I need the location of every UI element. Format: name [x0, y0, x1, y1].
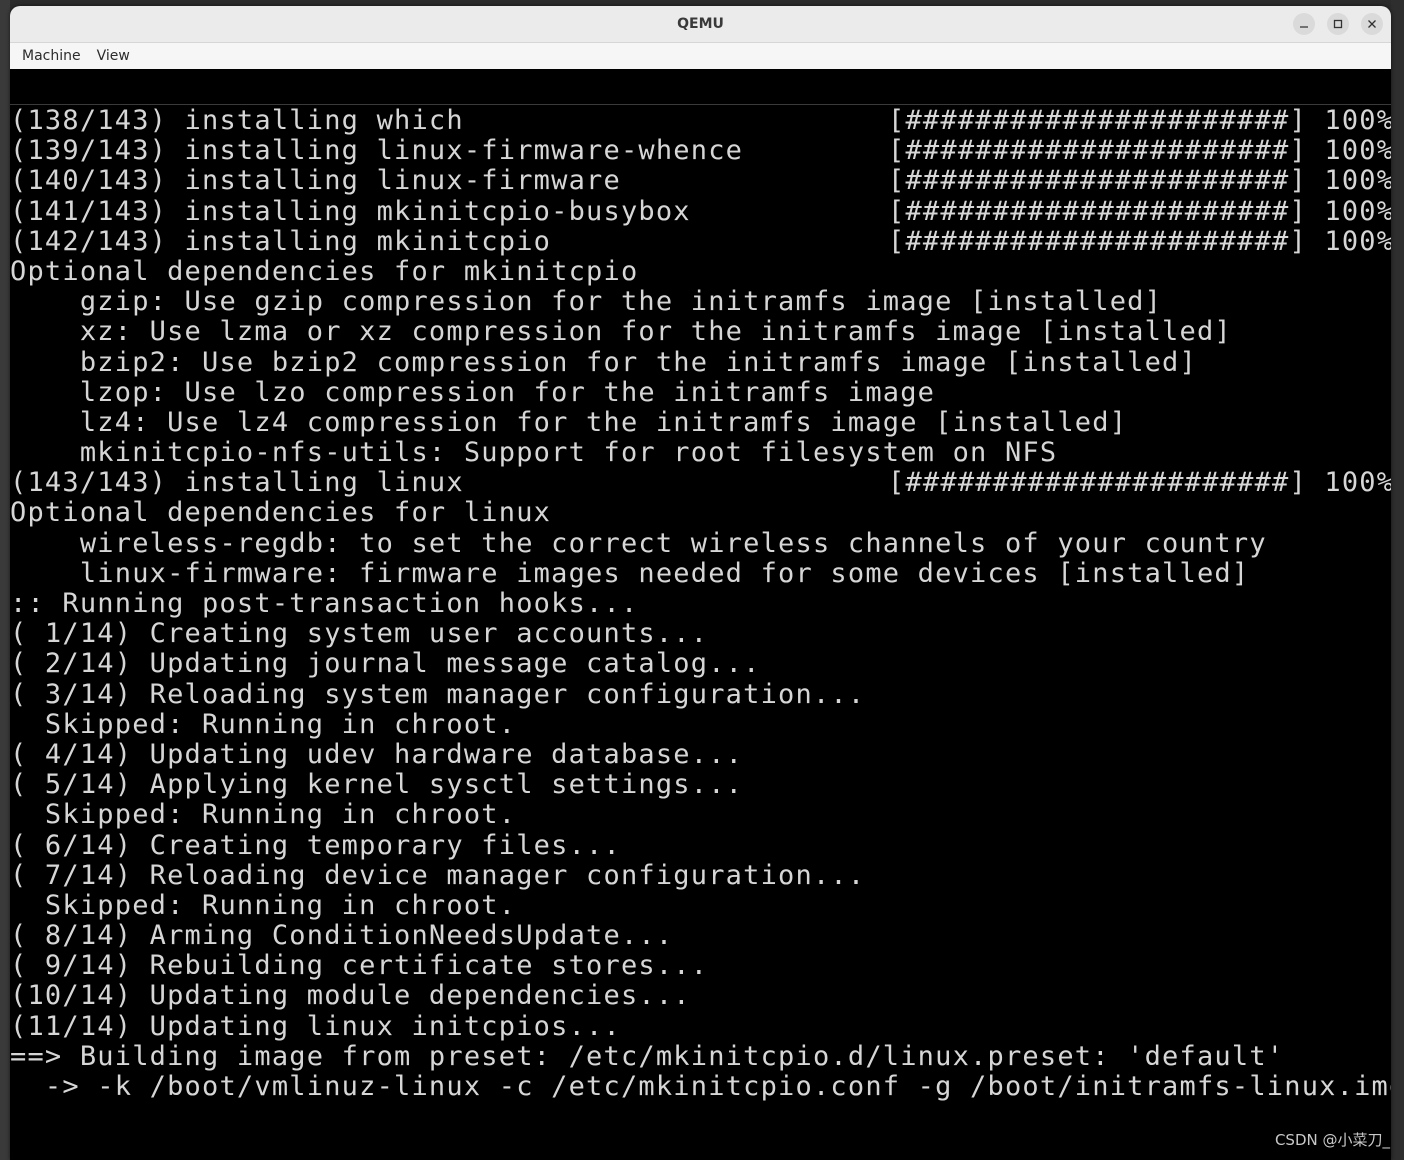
console-line-text: (11/14) Updating linux initcpios... — [10, 1011, 621, 1042]
console-line-text: linux-firmware: firmware images needed f… — [10, 558, 1249, 589]
console-line: ( 3/14) Reloading system manager configu… — [10, 680, 1391, 710]
window-controls — [1293, 13, 1383, 35]
console-line: ( 7/14) Reloading device manager configu… — [10, 861, 1391, 891]
console-line: ( 1/14) Creating system user accounts... — [10, 619, 1391, 649]
maximize-icon — [1333, 19, 1343, 29]
console-line: ( 6/14) Creating temporary files... — [10, 831, 1391, 861]
minimize-icon — [1299, 19, 1309, 29]
console-line: ==> Building image from preset: /etc/mki… — [10, 1042, 1391, 1072]
progress-bar-text: [######################] 100% — [888, 166, 1391, 196]
watermark: CSDN @小菜刀_ — [1275, 1129, 1390, 1150]
console-line: ( 4/14) Updating udev hardware database.… — [10, 740, 1391, 770]
console-line: gzip: Use gzip compression for the initr… — [10, 287, 1391, 317]
desktop: QEMU Machine View (138/143) installing w… — [0, 0, 1404, 1160]
console-line: ( 8/14) Arming ConditionNeedsUpdate... — [10, 921, 1391, 951]
console-line: xz: Use lzma or xz compression for the i… — [10, 317, 1391, 347]
console-line-text: ( 4/14) Updating udev hardware database.… — [10, 739, 743, 770]
console-line: Skipped: Running in chroot. — [10, 891, 1391, 921]
console-line: lz4: Use lz4 compression for the initram… — [10, 408, 1391, 438]
console-line-text: (138/143) installing which — [10, 105, 464, 136]
qemu-window: QEMU Machine View (138/143) installing w… — [10, 6, 1391, 1160]
console-line-text: Skipped: Running in chroot. — [10, 799, 516, 830]
console-line-text: ( 3/14) Reloading system manager configu… — [10, 679, 865, 710]
console-line-text: lz4: Use lz4 compression for the initram… — [10, 407, 1127, 438]
console-line: (139/143) installing linux-firmware-when… — [10, 136, 1391, 166]
window-title: QEMU — [10, 6, 1391, 42]
menubar: Machine View — [10, 43, 1391, 70]
console-line: lzop: Use lzo compression for the initra… — [10, 378, 1391, 408]
console-line-text: xz: Use lzma or xz compression for the i… — [10, 316, 1232, 347]
progress-bar-text: [######################] 100% — [888, 106, 1391, 136]
console-line: mkinitcpio-nfs-utils: Support for root f… — [10, 438, 1391, 468]
console-line: (140/143) installing linux-firmware [####… — [10, 166, 1391, 196]
console-line-text: ( 5/14) Applying kernel sysctl settings.… — [10, 769, 743, 800]
console-line: (142/143) installing mkinitcpio [########… — [10, 227, 1391, 257]
console-line-text: lzop: Use lzo compression for the initra… — [10, 377, 935, 408]
console-line-text: ( 1/14) Creating system user accounts... — [10, 618, 708, 649]
console-line-text: bzip2: Use bzip2 compression for the ini… — [10, 347, 1197, 378]
console-line: Skipped: Running in chroot. — [10, 800, 1391, 830]
console-line-text: ==> Building image from preset: /etc/mki… — [10, 1041, 1284, 1072]
console-line-text: Skipped: Running in chroot. — [10, 890, 516, 921]
console-line-text: wireless-regdb: to set the correct wirel… — [10, 528, 1267, 559]
console-line-text: gzip: Use gzip compression for the initr… — [10, 286, 1162, 317]
desktop-right-edge — [1391, 0, 1404, 1160]
console-line: (143/143) installing linux [#############… — [10, 468, 1391, 498]
console-line: bzip2: Use bzip2 compression for the ini… — [10, 348, 1391, 378]
minimize-button[interactable] — [1293, 13, 1315, 35]
console-line-text: mkinitcpio-nfs-utils: Support for root f… — [10, 437, 1057, 468]
console-line-text: ( 8/14) Arming ConditionNeedsUpdate... — [10, 920, 673, 951]
console-line-text: Optional dependencies for mkinitcpio — [10, 256, 638, 287]
console-line: (11/14) Updating linux initcpios... — [10, 1012, 1391, 1042]
console-line: Skipped: Running in chroot. — [10, 710, 1391, 740]
progress-bar-text: [######################] 100% — [888, 197, 1391, 227]
console-line-text: (140/143) installing linux-firmware — [10, 165, 621, 196]
console-output: (138/143) installing which [#############… — [10, 106, 1391, 1102]
progress-bar-text: [######################] 100% — [888, 136, 1391, 166]
console-line-text: Skipped: Running in chroot. — [10, 709, 516, 740]
console-line-text: ( 2/14) Updating journal message catalog… — [10, 648, 761, 679]
console-line: ( 5/14) Applying kernel sysctl settings.… — [10, 770, 1391, 800]
console-line: -> -k /boot/vmlinuz-linux -c /etc/mkinit… — [10, 1072, 1391, 1102]
console-line-text: Optional dependencies for linux — [10, 497, 551, 528]
console-line-text: (142/143) installing mkinitcpio — [10, 226, 551, 257]
console-line: (138/143) installing which [#############… — [10, 106, 1391, 136]
console-line: :: Running post-transaction hooks... — [10, 589, 1391, 619]
console-line: linux-firmware: firmware images needed f… — [10, 559, 1391, 589]
console-line: wireless-regdb: to set the correct wirel… — [10, 529, 1391, 559]
progress-bar-text: [######################] 100% — [888, 227, 1391, 257]
console-line-text: (139/143) installing linux-firmware-when… — [10, 135, 743, 166]
console-line-text: :: Running post-transaction hooks... — [10, 588, 638, 619]
titlebar[interactable]: QEMU — [10, 6, 1391, 43]
console-line-text: ( 6/14) Creating temporary files... — [10, 830, 621, 861]
vm-display[interactable]: (138/143) installing which [#############… — [10, 69, 1391, 1160]
console-line: ( 9/14) Rebuilding certificate stores... — [10, 951, 1391, 981]
menu-view[interactable]: View — [89, 43, 138, 69]
progress-bar-text: [######################] 100% — [888, 468, 1391, 498]
desktop-left-edge — [0, 0, 10, 1160]
console-line: ( 2/14) Updating journal message catalog… — [10, 649, 1391, 679]
maximize-button[interactable] — [1327, 13, 1349, 35]
close-button[interactable] — [1361, 13, 1383, 35]
console-line-text: ( 7/14) Reloading device manager configu… — [10, 860, 865, 891]
console-line: (10/14) Updating module dependencies... — [10, 981, 1391, 1011]
console-line-text: (141/143) installing mkinitcpio-busybox — [10, 196, 691, 227]
console-line: Optional dependencies for mkinitcpio — [10, 257, 1391, 287]
menu-machine[interactable]: Machine — [14, 43, 89, 69]
close-icon — [1367, 19, 1377, 29]
console-line-text: (143/143) installing linux — [10, 467, 464, 498]
console-line-text: ( 9/14) Rebuilding certificate stores... — [10, 950, 708, 981]
console-line-text: (10/14) Updating module dependencies... — [10, 980, 691, 1011]
console-line-text: -> -k /boot/vmlinuz-linux -c /etc/mkinit… — [10, 1071, 1391, 1102]
console-line: (141/143) installing mkinitcpio-busybox [… — [10, 197, 1391, 227]
console-line: Optional dependencies for linux — [10, 498, 1391, 528]
